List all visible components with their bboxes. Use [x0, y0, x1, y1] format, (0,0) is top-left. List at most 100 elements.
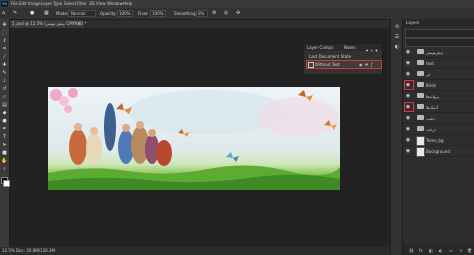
- layer-name: ابر: [426, 72, 431, 77]
- fx-icon[interactable]: fx: [419, 248, 423, 253]
- document-tab-title: 5_psd @ 12.5% (پیش نویس, CMYK/8) *: [12, 21, 87, 26]
- background-color-swatch[interactable]: [3, 180, 10, 187]
- layer-row[interactable]: ◉ درخت: [403, 124, 474, 135]
- flow-field[interactable]: 100%: [150, 10, 166, 17]
- comp-style-icon[interactable]: ƒ: [371, 62, 372, 67]
- folder-icon: [417, 82, 424, 87]
- tab-layer-comps[interactable]: Layer Comps: [307, 45, 333, 50]
- menu-layer[interactable]: Layer: [41, 1, 52, 6]
- eyedropper-icon[interactable]: ⁄: [1, 54, 8, 61]
- layer-name: دشت: [426, 116, 436, 121]
- mode-label: Mode:: [56, 11, 69, 16]
- layer-row[interactable]: ◉ Background: [403, 146, 474, 157]
- layer-row[interactable]: ◉ Trees_bg: [403, 135, 474, 146]
- lasso-icon[interactable]: ℓ: [1, 38, 8, 45]
- symmetry-icon[interactable]: ✣: [236, 10, 242, 16]
- smoothing-gear-icon[interactable]: ⚙: [212, 10, 218, 16]
- smoothing-field[interactable]: 0%: [196, 10, 208, 17]
- history-brush-icon[interactable]: ↺: [1, 86, 8, 93]
- opacity-field[interactable]: 100%: [117, 10, 133, 17]
- healing-icon[interactable]: ✚: [1, 62, 8, 69]
- menu-view[interactable]: View: [96, 1, 106, 6]
- layer-row[interactable]: ◉ پروانه‌ها: [403, 91, 474, 102]
- opacity-label: Opacity:: [100, 11, 117, 16]
- layer-name: پروانه‌ها: [426, 94, 439, 99]
- pen-icon[interactable]: ✒: [1, 126, 8, 133]
- pink-sky-wash: [258, 97, 338, 137]
- menu-select[interactable]: Select: [64, 1, 76, 6]
- layer-row[interactable]: ◉ text: [403, 58, 474, 69]
- properties-icon[interactable]: ☰: [394, 34, 400, 40]
- mode-select[interactable]: Normal: [68, 10, 96, 17]
- folder-icon: [417, 93, 424, 98]
- document-tab-bar: 5_psd @ 12.5% (پیش نویس, CMYK/8) * ×: [9, 20, 389, 28]
- layer-name: Background: [426, 149, 450, 154]
- zoom-icon[interactable]: ⌕: [1, 166, 8, 173]
- brush-icon[interactable]: ✎: [1, 70, 8, 77]
- menu-window[interactable]: Window: [107, 1, 123, 6]
- butterfly-4: [226, 152, 239, 162]
- move-icon[interactable]: ✥: [1, 22, 8, 29]
- menu-type[interactable]: Type: [53, 1, 62, 6]
- link-layers-icon[interactable]: ⛓: [409, 248, 414, 253]
- shape-icon[interactable]: ■: [1, 150, 8, 157]
- layer-comp-row[interactable]: Without Text ◉ ✥ ƒ: [306, 60, 382, 69]
- delete-layer-icon[interactable]: 🗑: [467, 248, 472, 253]
- layers-panel-title[interactable]: Layers: [406, 20, 419, 25]
- menu-help[interactable]: Help: [123, 1, 132, 6]
- history-icon[interactable]: ⟲: [394, 24, 400, 30]
- hand-icon[interactable]: ✋: [1, 158, 8, 165]
- marquee-icon[interactable]: ⬚: [1, 30, 8, 37]
- layer-row[interactable]: ◉ پیش‌نویس: [403, 47, 474, 58]
- gradient-icon[interactable]: ▤: [1, 102, 8, 109]
- adjustment-layer-icon[interactable]: ◐: [439, 248, 443, 253]
- new-layer-icon[interactable]: ＋: [459, 248, 463, 253]
- home-icon[interactable]: ⌂: [2, 10, 8, 16]
- path-select-icon[interactable]: ➤: [1, 142, 8, 149]
- visibility-eye-icon[interactable]: ◉: [405, 71, 411, 77]
- crop-icon[interactable]: ⌗: [1, 46, 8, 53]
- comp-checkbox-icon[interactable]: [308, 62, 314, 68]
- stamp-icon[interactable]: ⊥: [1, 78, 8, 85]
- blur-icon[interactable]: ◆: [1, 110, 8, 117]
- visibility-eye-icon[interactable]: ◉: [405, 137, 411, 143]
- document-canvas[interactable]: [48, 87, 340, 190]
- brush-size-icon[interactable]: ●: [30, 10, 38, 16]
- folder-icon: [417, 115, 424, 120]
- folder-icon: [417, 126, 424, 131]
- layers-panel-header: Layers: [403, 19, 474, 27]
- type-icon[interactable]: T: [1, 134, 8, 141]
- tab-close-icon[interactable]: ×: [77, 21, 80, 26]
- new-group-icon[interactable]: ▭: [449, 248, 453, 253]
- visibility-eye-icon[interactable]: ◉: [405, 126, 411, 132]
- brush-preset-icon[interactable]: ✎: [13, 10, 19, 16]
- visibility-eye-icon[interactable]: ◉: [405, 148, 411, 154]
- eraser-icon[interactable]: ▱: [1, 94, 8, 101]
- status-bar: 12.5% Doc: 20.8M/120.3M: [0, 247, 390, 255]
- menu-file[interactable]: File: [11, 1, 18, 6]
- last-document-state[interactable]: Last Document State: [309, 54, 351, 59]
- tools-panel: ✥ ⬚ ℓ ⌗ ⁄ ✚ ✎ ⊥ ↺ ▱ ▤ ◆ ● ✒ T ➤ ■ ✋ ⌕: [0, 19, 10, 255]
- menu-3d[interactable]: 3D: [89, 1, 95, 6]
- brush-settings-icon[interactable]: ▦: [44, 10, 50, 16]
- menu-image[interactable]: Image: [28, 1, 41, 6]
- comp-visibility-icon[interactable]: ◉: [359, 62, 363, 67]
- layer-row[interactable]: ◉ دشت: [403, 113, 474, 124]
- menu-filter[interactable]: Filter: [77, 1, 87, 6]
- menu-edit[interactable]: Edit: [19, 1, 27, 6]
- document-tab[interactable]: 5_psd @ 12.5% (پیش نویس, CMYK/8) * ×: [9, 20, 87, 28]
- pressure-icon[interactable]: ◎: [224, 10, 230, 16]
- smoothing-label: Smoothing:: [174, 11, 197, 16]
- layer-row[interactable]: ◉ ابر: [403, 69, 474, 80]
- dodge-icon[interactable]: ●: [1, 118, 8, 125]
- blend-opacity-row[interactable]: [405, 38, 474, 47]
- layer-filter-bar[interactable]: [405, 29, 474, 38]
- adjustments-icon[interactable]: ◐: [394, 44, 400, 50]
- visibility-eye-icon[interactable]: ◉: [405, 115, 411, 121]
- visibility-eye-icon[interactable]: ◉: [405, 93, 411, 99]
- visibility-eye-icon[interactable]: ◉: [405, 60, 411, 66]
- comp-position-icon[interactable]: ✥: [365, 62, 368, 67]
- layer-comps-panel: Layer Comps Notes ✦ ✧ ✦ Last Document St…: [303, 43, 383, 75]
- mask-icon[interactable]: ◧: [429, 248, 433, 253]
- visibility-eye-icon[interactable]: ◉: [405, 49, 411, 55]
